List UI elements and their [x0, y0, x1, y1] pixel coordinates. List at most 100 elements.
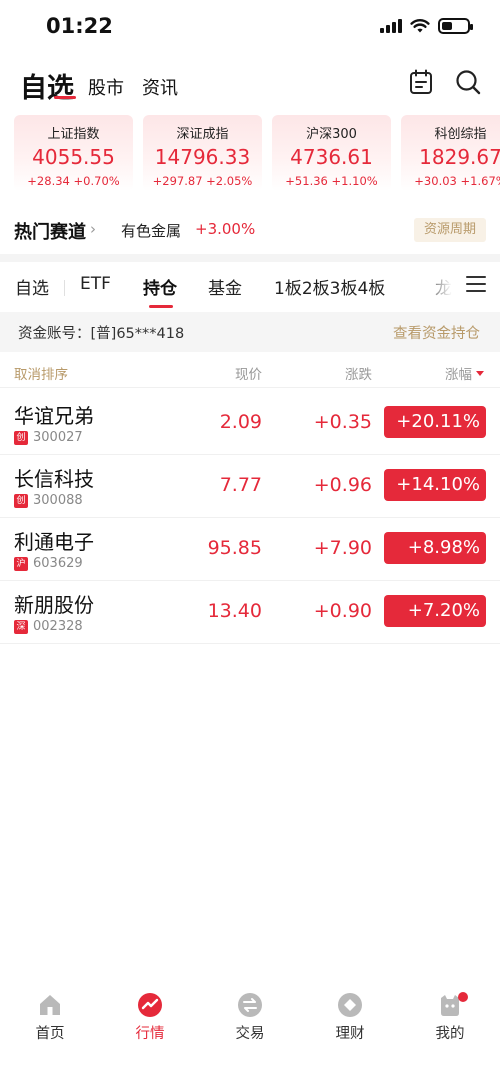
- active-tab-indicator: [54, 96, 76, 99]
- nav-label: 行情: [135, 1026, 165, 1042]
- column-header-change[interactable]: 涨跌: [345, 363, 372, 383]
- stock-code: 002328: [33, 619, 83, 634]
- notification-dot: [458, 992, 468, 1002]
- subtab-funds[interactable]: 基金: [208, 274, 242, 299]
- column-header-price[interactable]: 现价: [235, 363, 262, 383]
- trade-icon: [238, 993, 262, 1017]
- subtab-limit-up-boards[interactable]: 1板2板3板4板: [274, 274, 385, 299]
- index-card-szse[interactable]: 深证成指 14796.33 +297.87 +2.05%: [143, 115, 262, 191]
- status-bar: 01:22: [0, 0, 500, 56]
- status-time: 01:22: [46, 14, 113, 38]
- home-icon: [40, 995, 60, 1015]
- stock-percent-badge[interactable]: +20.11%: [384, 406, 486, 438]
- wealth-icon: [338, 993, 362, 1017]
- stock-name: 长信科技: [14, 467, 94, 491]
- stock-price: 13.40: [207, 600, 262, 622]
- stock-name: 新朋股份: [14, 593, 94, 617]
- nav-item-wealth[interactable]: 理财: [300, 992, 400, 1043]
- wifi-icon: [410, 19, 430, 33]
- nav-label: 我的: [435, 1026, 465, 1042]
- column-header-row: 取消排序 现价 涨跌 涨幅: [0, 356, 500, 388]
- hot-sector-tag[interactable]: 资源周期: [413, 218, 486, 242]
- stock-percent-badge[interactable]: +8.98%: [384, 532, 486, 564]
- index-name: 深证成指: [176, 127, 229, 142]
- board-badge: 沪: [14, 557, 28, 571]
- calendar-icon[interactable]: [407, 68, 435, 96]
- menu-icon[interactable]: [466, 276, 486, 294]
- subtab-etf[interactable]: ETF: [80, 274, 111, 294]
- nav-item-market[interactable]: 行情: [100, 992, 200, 1043]
- table-row[interactable]: 利通电子 沪 603629 95.85 +7.90 +8.98%: [0, 518, 500, 581]
- index-card-row: 上证指数 4055.55 +28.34 +0.70% 深证成指 14796.33…: [14, 115, 500, 191]
- stock-price: 7.77: [219, 474, 262, 496]
- stock-code: 603629: [33, 556, 83, 571]
- stock-code: 300027: [33, 430, 83, 445]
- tab-watchlist[interactable]: 自选: [20, 66, 74, 105]
- sub-tab-bar: 自选 ETF 持仓 基金 1板2板3板4板 龙: [0, 262, 500, 310]
- nav-label: 交易: [235, 1026, 265, 1042]
- account-bar: 资金账号：[普]65***418 查看资金持仓: [0, 312, 500, 352]
- index-card-sse[interactable]: 上证指数 4055.55 +28.34 +0.70%: [14, 115, 133, 191]
- board-badge: 深: [14, 620, 28, 634]
- hot-sector-change: +3.00%: [195, 220, 256, 238]
- index-name: 上证指数: [47, 127, 100, 142]
- index-name: 沪深300: [306, 127, 357, 142]
- index-card-csi300[interactable]: 沪深300 4736.61 +51.36 +1.10%: [272, 115, 391, 191]
- battery-icon: [438, 18, 473, 34]
- status-icons: [380, 18, 473, 34]
- stock-price: 2.09: [219, 411, 262, 433]
- subtab-fade-overlay: [420, 262, 460, 310]
- sort-descending-icon: [476, 371, 484, 376]
- table-row[interactable]: 长信科技 创 300088 7.77 +0.96 +14.10%: [0, 455, 500, 518]
- stock-name: 利通电子: [14, 530, 94, 554]
- subtab-holdings[interactable]: 持仓: [143, 274, 177, 299]
- index-price: 4055.55: [32, 145, 115, 169]
- nav-item-trade[interactable]: 交易: [200, 992, 300, 1043]
- stock-change: +0.90: [313, 600, 372, 622]
- stock-code: 300088: [33, 493, 83, 508]
- section-divider: [0, 254, 500, 262]
- cancel-sort-button[interactable]: 取消排序: [14, 363, 68, 383]
- index-change: +297.87 +2.05%: [152, 174, 253, 188]
- stock-percent-badge[interactable]: +7.20%: [384, 595, 486, 627]
- search-icon[interactable]: [454, 68, 482, 96]
- stock-price: 95.85: [207, 537, 262, 559]
- stock-percent-badge[interactable]: +14.10%: [384, 469, 486, 501]
- subtab-watchlist[interactable]: 自选: [15, 274, 49, 299]
- header: 自选 股市 资讯: [0, 60, 500, 110]
- index-change: +28.34 +0.70%: [27, 174, 120, 188]
- nav-item-profile[interactable]: 我的: [400, 992, 500, 1043]
- hot-sector-bar[interactable]: 热门赛道 › 有色金属 +3.00% 资源周期: [0, 208, 500, 252]
- cellular-signal-icon: [380, 19, 402, 33]
- table-row[interactable]: 新朋股份 深 002328 13.40 +0.90 +7.20%: [0, 581, 500, 644]
- chevron-right-icon: ›: [90, 220, 96, 238]
- stock-change: +7.90: [313, 537, 372, 559]
- board-badge: 创: [14, 494, 28, 508]
- nav-item-home[interactable]: 首页: [0, 992, 100, 1043]
- bottom-nav: 首页 行情 交易 理财 我的: [0, 982, 500, 1082]
- view-holdings-link[interactable]: 查看资金持仓: [393, 322, 480, 343]
- index-card-star-composite[interactable]: 科创综指 1829.67 +30.03 +1.67%: [401, 115, 500, 191]
- nav-label: 首页: [35, 1026, 65, 1042]
- hot-sector-title: 热门赛道: [14, 222, 86, 243]
- stock-change: +0.35: [313, 411, 372, 433]
- column-header-percent[interactable]: 涨幅: [445, 363, 472, 383]
- nav-label: 理财: [335, 1026, 365, 1042]
- index-price: 14796.33: [154, 145, 251, 169]
- index-change: +30.03 +1.67%: [414, 174, 500, 188]
- tab-stock-market[interactable]: 股市: [88, 74, 124, 100]
- subtab-divider: [64, 280, 65, 296]
- market-icon: [138, 993, 162, 1017]
- index-price: 1829.67: [419, 145, 500, 169]
- tab-news[interactable]: 资讯: [142, 74, 178, 100]
- table-row[interactable]: 华谊兄弟 创 300027 2.09 +0.35 +20.11%: [0, 392, 500, 455]
- stock-name: 华谊兄弟: [14, 404, 94, 428]
- index-change: +51.36 +1.10%: [285, 174, 378, 188]
- hot-sector-name: 有色金属: [121, 222, 182, 240]
- subtab-active-indicator: [149, 305, 173, 308]
- index-price: 4736.61: [290, 145, 373, 169]
- index-name: 科创综指: [434, 127, 487, 142]
- stock-change: +0.96: [313, 474, 372, 496]
- account-number: 资金账号：[普]65***418: [18, 326, 185, 342]
- board-badge: 创: [14, 431, 28, 445]
